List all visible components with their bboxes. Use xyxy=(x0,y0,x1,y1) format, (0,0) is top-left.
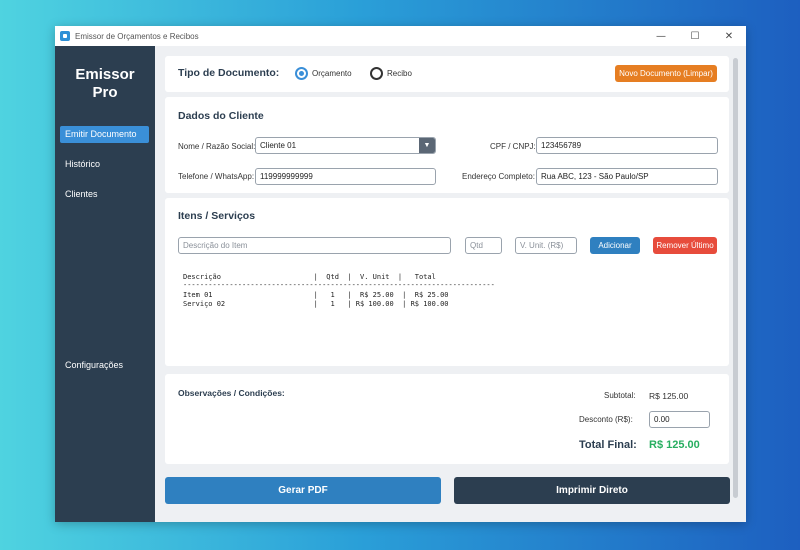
brand-line1: Emissor xyxy=(75,66,135,83)
sidebar-item-configuracoes[interactable]: Configurações xyxy=(60,357,149,374)
item-qty-input[interactable]: Qtd xyxy=(465,237,502,254)
app-window: Emissor de Orçamentos e Recibos — ☐ ✕ Em… xyxy=(55,26,746,522)
item-description-input[interactable]: Descrição do Item xyxy=(178,237,451,254)
subtotal-label: Subtotal: xyxy=(604,391,636,400)
name-label: Nome / Razão Social: xyxy=(178,142,256,151)
generate-pdf-button[interactable]: Gerar PDF xyxy=(165,477,441,504)
close-icon[interactable]: ✕ xyxy=(712,26,746,46)
radio-recibo[interactable] xyxy=(370,67,383,80)
address-label: Endereço Completo: xyxy=(462,172,535,181)
minimize-icon[interactable]: — xyxy=(644,26,678,46)
brand-line2: Pro xyxy=(92,84,118,101)
add-item-button[interactable]: Adicionar xyxy=(590,237,640,254)
client-name-select[interactable]: Cliente 01 ▼ xyxy=(255,137,436,154)
notes-label: Observações / Condições: xyxy=(178,388,285,398)
summary-card: Observações / Condições: Subtotal: R$ 12… xyxy=(165,374,729,464)
brand-logo: Emissor Pro xyxy=(55,66,155,102)
phone-field[interactable]: 119999999999 xyxy=(255,168,436,185)
phone-label: Telefone / WhatsApp: xyxy=(178,172,255,181)
print-button[interactable]: Imprimir Direto xyxy=(454,477,730,504)
cpf-label: CPF / CNPJ: xyxy=(490,142,536,151)
app-icon xyxy=(60,31,70,41)
items-heading: Itens / Serviços xyxy=(178,210,256,222)
total-label: Total Final: xyxy=(579,439,637,451)
window-controls: — ☐ ✕ xyxy=(644,26,746,46)
scrollbar[interactable] xyxy=(733,58,738,498)
table-row: Serviço 02 | 1 | R$ 100.00 | R$ 100.00 xyxy=(183,300,449,308)
address-field[interactable]: Rua ABC, 123 - São Paulo/SP xyxy=(536,168,718,185)
sidebar-item-clientes[interactable]: Clientes xyxy=(60,186,149,203)
main-content: Tipo de Documento: Orçamento Recibo Novo… xyxy=(155,46,746,522)
window-title: Emissor de Orçamentos e Recibos xyxy=(75,31,199,41)
radio-orcamento-label[interactable]: Orçamento xyxy=(312,69,352,78)
total-value: R$ 125.00 xyxy=(649,439,700,451)
client-heading: Dados do Cliente xyxy=(178,110,264,122)
client-name-value: Cliente 01 xyxy=(260,141,297,150)
items-table-separator: ----------------------------------------… xyxy=(183,281,495,289)
cpf-field[interactable]: 123456789 xyxy=(536,137,718,154)
radio-recibo-label[interactable]: Recibo xyxy=(387,69,412,78)
items-card: Itens / Serviços Descrição do Item Qtd V… xyxy=(165,198,729,366)
discount-label: Desconto (R$): xyxy=(579,415,633,424)
subtotal-value: R$ 125.00 xyxy=(649,391,689,401)
chevron-down-icon[interactable]: ▼ xyxy=(419,138,435,153)
doc-type-card: Tipo de Documento: Orçamento Recibo Novo… xyxy=(165,56,729,92)
doc-type-label: Tipo de Documento: xyxy=(178,67,280,79)
remove-last-button[interactable]: Remover Último xyxy=(653,237,717,254)
sidebar-item-historico[interactable]: Histórico xyxy=(60,156,149,173)
client-card: Dados do Cliente Nome / Razão Social: Cl… xyxy=(165,97,729,193)
new-document-button[interactable]: Novo Documento (Limpar) xyxy=(615,65,717,82)
sidebar-item-emitir-documento[interactable]: Emitir Documento xyxy=(60,126,149,143)
table-row: Item 01 | 1 | R$ 25.00 | R$ 25.00 xyxy=(183,291,449,299)
title-bar: Emissor de Orçamentos e Recibos — ☐ ✕ xyxy=(55,26,746,46)
sidebar: Emissor Pro Emitir Documento Histórico C… xyxy=(55,46,155,522)
maximize-icon[interactable]: ☐ xyxy=(678,26,712,46)
item-unit-price-input[interactable]: V. Unit. (R$) xyxy=(515,237,577,254)
radio-orcamento[interactable] xyxy=(295,67,308,80)
discount-field[interactable]: 0.00 xyxy=(649,411,710,428)
